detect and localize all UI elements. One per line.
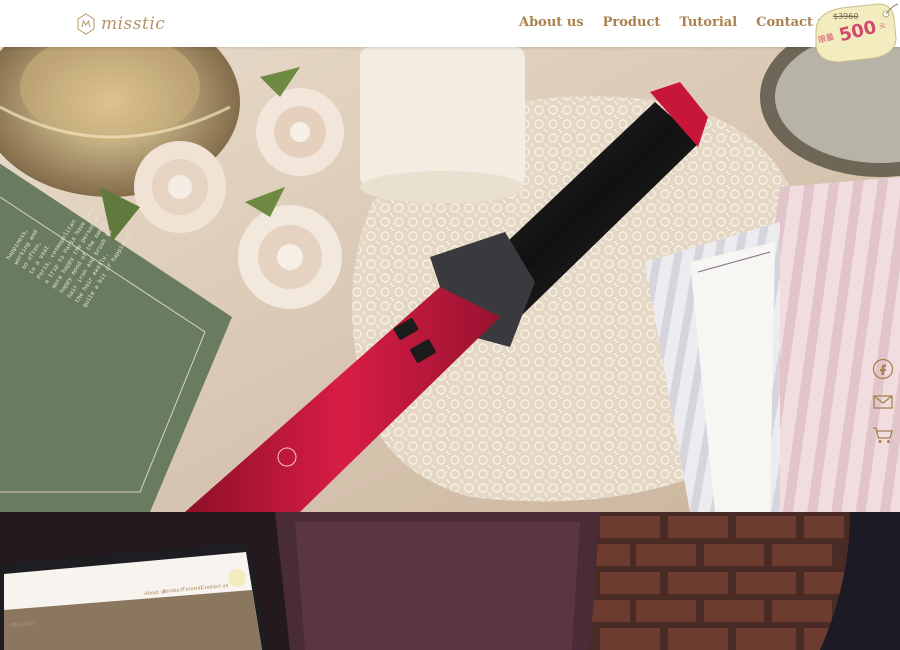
mail-icon[interactable] xyxy=(872,391,894,413)
original-price: $3960 xyxy=(833,12,859,21)
facebook-icon[interactable] xyxy=(872,358,894,380)
nav-about-us[interactable]: About us xyxy=(519,15,584,30)
hero-photo: happiness, working and so often, to a se… xyxy=(0,47,900,512)
nav-product[interactable]: Product xyxy=(603,15,661,30)
site-header: misstic About us Product Tutorial Contac… xyxy=(0,0,900,47)
main-nav: About us Product Tutorial Contact us xyxy=(519,15,853,30)
logo-mark-icon xyxy=(77,13,95,35)
bottom-scene xyxy=(0,512,900,650)
second-section-photo: misstic About us Product Tutorial Contac… xyxy=(0,512,900,650)
nav-tutorial[interactable]: Tutorial xyxy=(679,15,737,30)
side-social-icons xyxy=(872,358,896,457)
promo-price-tag[interactable]: $3960 限量 500 元 xyxy=(812,2,898,64)
logo-text: misstic xyxy=(101,14,166,34)
cart-icon[interactable] xyxy=(872,424,894,446)
logo[interactable]: misstic xyxy=(76,9,165,39)
